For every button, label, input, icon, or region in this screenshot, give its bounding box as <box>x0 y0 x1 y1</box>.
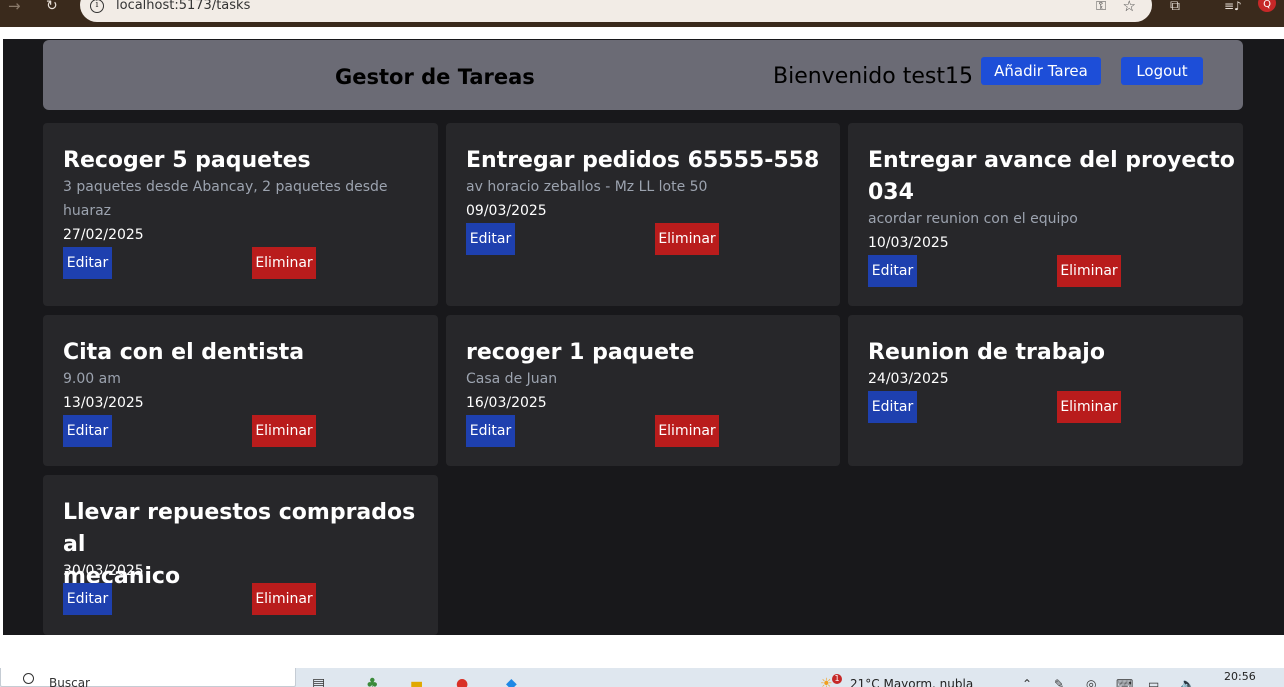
task-title: Reunion de trabajo <box>868 340 1105 365</box>
task-card: Llevar repuestos comprados al mecanico 30… <box>43 475 438 635</box>
task-title: recoger 1 paquete <box>466 340 695 365</box>
task-title: Cita con el dentista <box>63 340 305 365</box>
task-date: 24/03/2025 <box>868 371 949 387</box>
delete-button[interactable]: Eliminar <box>655 223 719 255</box>
app-header: Gestor de Tareas Bienvenido test15 Añadi… <box>43 40 1243 110</box>
volume-icon[interactable]: 🔈 <box>1180 677 1195 687</box>
delete-button[interactable]: Eliminar <box>252 583 316 615</box>
file-explorer-icon[interactable]: ▬ <box>410 676 423 687</box>
welcome-message: Bienvenido test15 <box>773 64 973 89</box>
os-taskbar: Buscar ▤ ♣ ▬ ● ◆ ☀ 1 21°C Mayorm. nubla … <box>0 668 1284 687</box>
task-description: acordar reunion con el equipo <box>868 211 1078 227</box>
bookmark-star-icon[interactable]: ☆ <box>1123 0 1136 15</box>
edit-button[interactable]: Editar <box>868 391 917 423</box>
task-date: 30/03/2025 <box>63 563 144 579</box>
browser-toolbar: → ↻ i localhost:5173/tasks ⚿ ☆ ⧉ ≡♪ Q <box>0 0 1284 27</box>
media-control-icon[interactable]: ≡♪ <box>1224 0 1242 12</box>
task-date: 13/03/2025 <box>63 395 144 411</box>
keyboard-icon[interactable]: ⌨ <box>1116 677 1133 687</box>
weather-icon[interactable]: ☀ <box>820 676 833 687</box>
task-description: 3 paquetes desde Abancay, 2 paquetes des… <box>63 179 388 219</box>
task-card: recoger 1 paquete Casa de Juan 16/03/202… <box>446 315 840 466</box>
delete-button[interactable]: Eliminar <box>1057 255 1121 287</box>
task-view-icon[interactable]: ▤ <box>312 676 325 687</box>
reload-icon[interactable]: ↻ <box>46 0 58 13</box>
task-description: 9.00 am <box>63 371 121 387</box>
delete-button[interactable]: Eliminar <box>252 415 316 447</box>
task-card: Entregar pedidos 65555-558 av horacio ze… <box>446 123 840 306</box>
widgets-icon[interactable]: ♣ <box>366 676 379 687</box>
task-date: 16/03/2025 <box>466 395 547 411</box>
task-date: 09/03/2025 <box>466 203 547 219</box>
task-date: 10/03/2025 <box>868 235 949 251</box>
edit-button[interactable]: Editar <box>466 415 515 447</box>
delete-button[interactable]: Eliminar <box>655 415 719 447</box>
app-title: Gestor de Tareas <box>335 65 535 89</box>
display-icon[interactable]: ▭ <box>1148 677 1159 687</box>
vscode-icon[interactable]: ◆ <box>506 676 517 687</box>
address-bar[interactable]: i localhost:5173/tasks ⚿ ☆ <box>80 0 1152 22</box>
task-card: Entregar avance del proyecto 034 acordar … <box>848 123 1243 306</box>
task-card: Cita con el dentista 9.00 am 13/03/2025 … <box>43 315 438 466</box>
weather-status[interactable]: 21°C Mayorm. nubla <box>850 677 973 687</box>
search-placeholder: Buscar <box>49 676 90 687</box>
task-card: Recoger 5 paquetes 3 paquetes desde Aban… <box>43 123 438 306</box>
extensions-icon[interactable]: ⧉ <box>1170 0 1180 13</box>
forward-arrow-icon[interactable]: → <box>8 0 21 14</box>
profile-avatar[interactable]: Q <box>1258 0 1276 12</box>
task-title: Entregar avance del proyecto 034 <box>868 148 1235 205</box>
app-viewport: Gestor de Tareas Bienvenido test15 Añadi… <box>3 39 1284 635</box>
edit-button[interactable]: Editar <box>63 247 112 279</box>
task-description: av horacio zeballos - Mz LL lote 50 <box>466 179 708 195</box>
password-key-icon[interactable]: ⚿ <box>1096 0 1106 14</box>
pen-icon[interactable]: ✎ <box>1054 677 1064 687</box>
site-info-icon[interactable]: i <box>90 0 104 13</box>
search-icon <box>23 673 34 684</box>
logout-button[interactable]: Logout <box>1121 57 1203 85</box>
task-description: Casa de Juan <box>466 371 558 387</box>
edit-button[interactable]: Editar <box>63 583 112 615</box>
system-clock[interactable]: 20:56 <box>1224 670 1256 683</box>
delete-button[interactable]: Eliminar <box>252 247 316 279</box>
edit-button[interactable]: Editar <box>466 223 515 255</box>
add-task-button[interactable]: Añadir Tarea <box>981 57 1101 85</box>
task-title: Entregar pedidos 65555-558 <box>466 148 820 173</box>
task-card: Reunion de trabajo 24/03/2025 Editar Eli… <box>848 315 1243 466</box>
delete-button[interactable]: Eliminar <box>1057 391 1121 423</box>
network-icon[interactable]: ◎ <box>1086 677 1096 687</box>
address-url: localhost:5173/tasks <box>116 0 251 13</box>
chrome-icon[interactable]: ● <box>456 676 468 687</box>
taskbar-search-box[interactable]: Buscar <box>0 668 296 687</box>
notification-badge: 1 <box>832 674 842 684</box>
task-title: Recoger 5 paquetes <box>63 148 311 173</box>
edit-button[interactable]: Editar <box>63 415 112 447</box>
task-date: 27/02/2025 <box>63 227 144 243</box>
show-hidden-icons-icon[interactable]: ⌃ <box>1022 677 1032 687</box>
edit-button[interactable]: Editar <box>868 255 917 287</box>
